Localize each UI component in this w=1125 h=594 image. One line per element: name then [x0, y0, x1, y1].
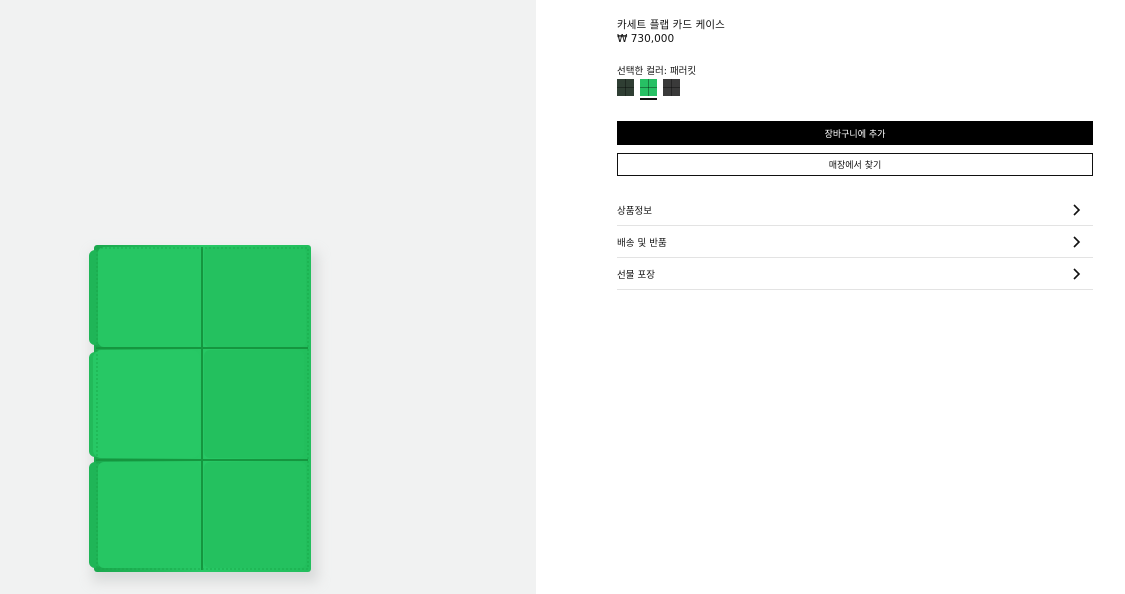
find-in-store-button[interactable]: 매장에서 찾기	[617, 153, 1093, 176]
swatch-seam	[640, 87, 657, 88]
accordion-label: 배송 및 반품	[617, 237, 667, 249]
product-details: 카세트 플랩 카드 케이스 ₩ 730,000 선택한 컬러: 패러킷 장바구니…	[536, 0, 1125, 594]
product-image[interactable]	[0, 0, 536, 594]
chevron-right-icon	[1073, 267, 1081, 280]
product-image-panel	[0, 0, 536, 594]
swatch-seam	[663, 87, 680, 88]
swatch-parakeet[interactable]	[640, 79, 657, 100]
product-accordion: 상품정보 배송 및 반품 선물 포장	[617, 194, 1093, 290]
selected-color-label: 선택한 컬러: 패러킷	[617, 66, 697, 77]
accordion-shipping-returns[interactable]: 배송 및 반품	[617, 226, 1093, 258]
color-swatches	[617, 79, 680, 100]
chevron-right-icon	[1073, 203, 1081, 216]
swatch-dark-green[interactable]	[617, 79, 634, 96]
accordion-gift-wrap[interactable]: 선물 포장	[617, 258, 1093, 290]
product-title: 카세트 플랩 카드 케이스	[617, 19, 725, 31]
add-to-cart-button[interactable]: 장바구니에 추가	[617, 121, 1093, 145]
swatch-seam	[617, 87, 634, 88]
accordion-label: 상품정보	[617, 205, 652, 217]
accordion-label: 선물 포장	[617, 269, 655, 281]
product-price: ₩ 730,000	[617, 33, 675, 45]
accordion-product-info[interactable]: 상품정보	[617, 194, 1093, 226]
swatch-black[interactable]	[663, 79, 680, 96]
chevron-right-icon	[1073, 235, 1081, 248]
